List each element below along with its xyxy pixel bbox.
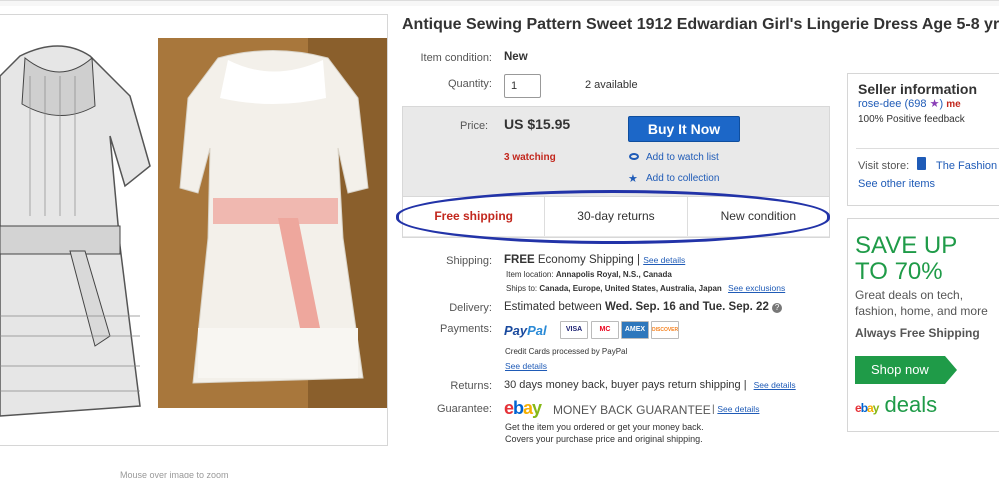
seller-name-link[interactable]: rose-dee — [858, 98, 901, 110]
amex-icon: AMEX — [621, 321, 649, 339]
buy-it-now-button[interactable]: Buy It Now — [628, 116, 740, 142]
me-badge-icon: me — [946, 99, 961, 110]
condition-label: Item condition: — [420, 52, 492, 64]
shipping-see-details-link[interactable]: See details — [643, 255, 685, 265]
ebay-deals-logo: ebay deals — [855, 392, 938, 417]
available-count: 2 available — [585, 79, 638, 91]
guarantee-line1: Get the item you ordered or get your mon… — [505, 422, 704, 432]
shipping-method: Economy Shipping — [537, 254, 634, 266]
shipping-free: FREE — [504, 254, 535, 266]
quantity-input[interactable]: 1 — [504, 74, 541, 98]
see-exclusions-link[interactable]: See exclusions — [728, 283, 785, 293]
star-icon: ★ — [628, 173, 638, 185]
guarantee-line: | See details — [712, 404, 760, 415]
location-value: Annapolis Royal, N.S., Canada — [555, 270, 672, 279]
returns-see-details-link[interactable]: See details — [754, 380, 796, 390]
ad-subtext: Great deals on tech, fashion, home, and … — [855, 288, 988, 318]
shipping-label: Shipping: — [446, 255, 492, 267]
dress-sketch-image[interactable] — [0, 36, 152, 426]
delivery-estimate: Estimated between Wed. Sep. 16 and Tue. … — [504, 301, 783, 313]
shop-now-button[interactable]: Shop now — [855, 356, 945, 384]
guarantee-text: MONEY BACK GUARANTEE — [553, 403, 711, 417]
payments-note: Credit Cards processed by PayPal — [505, 347, 628, 356]
shipping-sep: | — [636, 254, 640, 266]
ships-to: Ships to: Canada, Europe, United States,… — [506, 283, 785, 293]
guarantee-line2: Covers your purchase price and original … — [505, 434, 703, 444]
returns-line: 30 days money back, buyer pays return sh… — [504, 379, 796, 391]
visit-store-label: Visit store: — [858, 160, 910, 172]
top-border — [0, 0, 999, 6]
location-label: Item location: — [506, 270, 554, 279]
returns-text: 30 days money back, buyer pays return sh… — [504, 379, 741, 391]
watching-count: 3 watching — [504, 152, 556, 163]
condition-value: New — [504, 51, 528, 63]
paypal-pal: Pal — [527, 323, 547, 338]
seller-score-link[interactable]: (698 — [904, 98, 926, 110]
paypal-pay: Pay — [504, 323, 528, 338]
store-icon — [917, 157, 926, 170]
paypal-logo: PayPal — [504, 323, 547, 338]
item-title: Antique Sewing Pattern Sweet 1912 Edward… — [402, 16, 999, 33]
delivery-prefix: Estimated between — [504, 301, 606, 313]
returns-label: Returns: — [450, 380, 492, 392]
ad-headline-2: TO 70% — [855, 258, 943, 285]
visa-icon: VISA — [560, 321, 588, 339]
seller-feedback: 100% Positive feedback — [858, 114, 965, 125]
visit-store-line: Visit store: — [858, 160, 909, 172]
seller-name-line: rose-dee (698 ★) me — [858, 98, 961, 110]
ad-headline-1: SAVE UP — [855, 232, 958, 259]
ebay-logo: ebay — [504, 398, 542, 418]
ad-deals-word: deals — [884, 392, 938, 417]
ships-label: Ships to: — [506, 284, 538, 293]
quantity-label: Quantity: — [447, 78, 492, 90]
payments-label: Payments: — [440, 323, 492, 335]
highlight-annotation — [396, 190, 830, 244]
guarantee-see-details-link[interactable]: See details — [717, 404, 759, 414]
guarantee-label: Guarantee: — [436, 403, 492, 415]
eye-icon — [629, 153, 639, 160]
zoom-hint: Mouse over image to zoom — [120, 470, 229, 478]
shipping-line: FREE Economy Shipping | See details — [504, 254, 685, 266]
mastercard-icon: MC — [591, 321, 619, 339]
price-value: US $15.95 — [504, 116, 571, 132]
discover-icon: DISCOVER — [651, 321, 679, 339]
seller-star-icon: ★ — [929, 98, 940, 110]
see-other-items-link[interactable]: See other items — [858, 178, 935, 190]
delivery-label: Delivery: — [449, 302, 492, 314]
delivery-dates: Wed. Sep. 16 and Tue. Sep. 22 — [605, 301, 769, 313]
seller-divider — [856, 148, 999, 149]
add-to-collection-link[interactable]: Add to collection — [646, 173, 719, 184]
shop-now-arrow — [945, 356, 957, 384]
dress-photo-image[interactable] — [158, 38, 387, 408]
item-location: Item location: Annapolis Royal, N.S., Ca… — [506, 270, 672, 279]
ships-value: Canada, Europe, United States, Australia… — [539, 284, 722, 293]
seller-info-title: Seller information — [858, 81, 978, 97]
payments-see-details-link[interactable]: See details — [505, 361, 547, 371]
price-label: Price: — [460, 120, 489, 132]
add-to-watchlist-link[interactable]: Add to watch list — [646, 152, 719, 163]
help-icon[interactable]: ? — [772, 303, 783, 313]
ad-free-shipping: Always Free Shipping — [855, 326, 980, 340]
store-link[interactable]: The Fashion — [936, 160, 997, 172]
